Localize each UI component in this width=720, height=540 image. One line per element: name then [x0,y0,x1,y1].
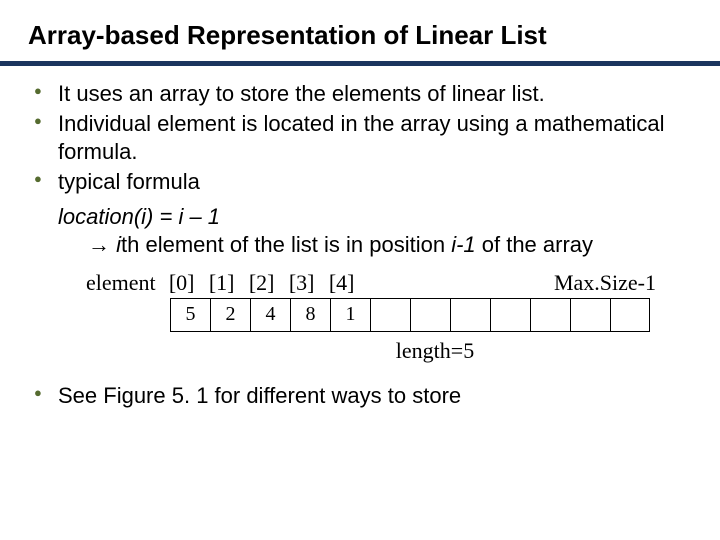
array-cell [530,298,570,332]
bullet-item: See Figure 5. 1 for different ways to st… [34,382,692,411]
formula-line1: location(i) = i – 1 [58,203,692,232]
array-cell: 5 [170,298,210,332]
index-label: [2] [242,270,282,296]
array-cell: 4 [250,298,290,332]
array-cell [370,298,410,332]
index-label: [3] [282,270,322,296]
bullet-item: Individual element is located in the arr… [34,110,692,166]
bullet-list-2: See Figure 5. 1 for different ways to st… [28,382,692,411]
array-cell: 8 [290,298,330,332]
bullet-item: typical formula [34,168,692,196]
formula-block: location(i) = i – 1 → ith element of the… [28,203,692,260]
array-index-labels: element [0] [1] [2] [3] [4] Max.Size-1 [28,270,692,296]
formula-im1: i-1 [451,232,475,257]
array-cell: 1 [330,298,370,332]
formula-text: th element of the list is in position [121,232,451,257]
element-label: element [86,270,156,296]
index-label: [1] [202,270,242,296]
array-cell [570,298,610,332]
array-cell [610,298,650,332]
arrow-right-icon: → [88,232,110,257]
bullet-list: It uses an array to store the elements o… [28,80,692,197]
array-cell: 2 [210,298,250,332]
formula-line2: → ith element of the list is in position… [58,231,692,260]
formula-text: of the array [476,232,593,257]
title-underline [0,61,720,66]
length-label: length=5 [28,338,692,364]
bullet-item: It uses an array to store the elements o… [34,80,692,108]
array-row: 5 2 4 8 1 [28,298,692,332]
index-label: [0] [162,270,202,296]
index-label: [4] [322,270,362,296]
slide-title: Array-based Representation of Linear Lis… [28,20,692,51]
maxsize-label: Max.Size-1 [554,270,692,296]
array-cell [410,298,450,332]
array-cell [490,298,530,332]
array-cell [450,298,490,332]
